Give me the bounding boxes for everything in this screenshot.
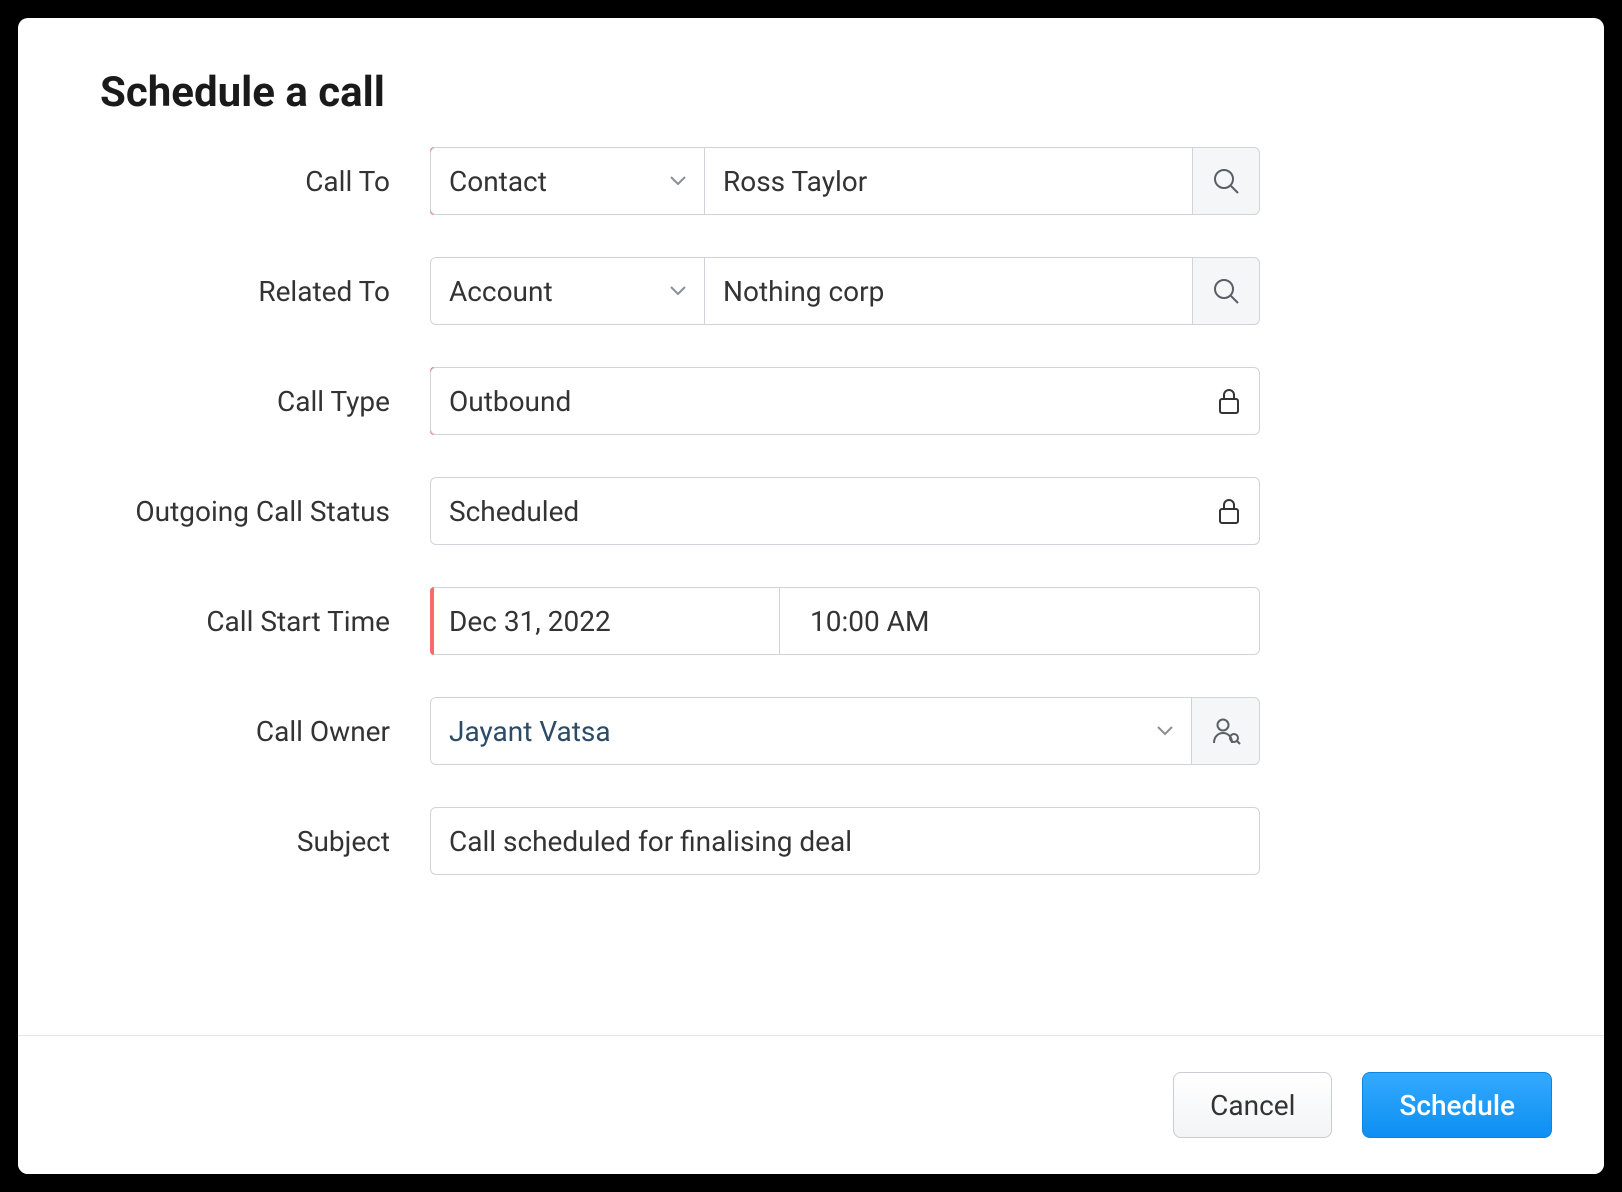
call-type-input: Outbound bbox=[430, 367, 1260, 435]
outgoing-status-input: Scheduled bbox=[430, 477, 1260, 545]
related-to-type-value: Account bbox=[449, 275, 553, 308]
call-to-lookup-input[interactable]: Ross Taylor bbox=[705, 147, 1192, 215]
schedule-button-label: Schedule bbox=[1399, 1089, 1515, 1122]
row-call-type: Call Type Outbound bbox=[100, 367, 1544, 435]
chevron-down-icon bbox=[670, 286, 686, 296]
label-call-owner: Call Owner bbox=[100, 715, 430, 748]
call-to-search-button[interactable] bbox=[1192, 147, 1260, 215]
call-type-value: Outbound bbox=[449, 385, 571, 418]
related-to-value: Nothing corp bbox=[723, 275, 884, 308]
label-outgoing-status: Outgoing Call Status bbox=[100, 495, 430, 528]
label-related-to: Related To bbox=[100, 275, 430, 308]
start-date-value: Dec 31, 2022 bbox=[449, 605, 611, 638]
related-to-type-select[interactable]: Account bbox=[430, 257, 705, 325]
call-owner-value: Jayant Vatsa bbox=[449, 715, 611, 748]
outgoing-status-value: Scheduled bbox=[449, 495, 579, 528]
user-search-icon bbox=[1211, 716, 1241, 746]
subject-input[interactable] bbox=[430, 807, 1260, 875]
dialog-title: Schedule a call bbox=[100, 68, 1544, 117]
field-call-owner: Jayant Vatsa bbox=[430, 697, 1260, 765]
call-to-value: Ross Taylor bbox=[723, 165, 867, 198]
call-owner-lookup-button[interactable] bbox=[1192, 697, 1260, 765]
row-outgoing-status: Outgoing Call Status Scheduled bbox=[100, 477, 1544, 545]
chevron-down-icon bbox=[1157, 726, 1173, 736]
dialog-footer: Cancel Schedule bbox=[18, 1035, 1604, 1174]
cancel-button-label: Cancel bbox=[1210, 1089, 1295, 1122]
start-time-input[interactable]: 10:00 AM bbox=[780, 587, 1260, 655]
search-icon bbox=[1211, 276, 1241, 306]
row-call-to: Call To Contact Ross Taylor bbox=[100, 147, 1544, 215]
related-to-search-button[interactable] bbox=[1192, 257, 1260, 325]
cancel-button[interactable]: Cancel bbox=[1173, 1072, 1332, 1138]
field-start-time: Dec 31, 2022 10:00 AM bbox=[430, 587, 1260, 655]
dialog-window: Schedule a call Call To Contact Ross Tay… bbox=[18, 18, 1604, 1174]
row-call-owner: Call Owner Jayant Vatsa bbox=[100, 697, 1544, 765]
call-to-type-value: Contact bbox=[449, 165, 547, 198]
required-indicator bbox=[430, 587, 434, 655]
field-subject bbox=[430, 807, 1260, 875]
field-call-to: Contact Ross Taylor bbox=[430, 147, 1260, 215]
row-subject: Subject bbox=[100, 807, 1544, 875]
schedule-button[interactable]: Schedule bbox=[1362, 1072, 1552, 1138]
dialog-body: Schedule a call Call To Contact Ross Tay… bbox=[18, 18, 1604, 1035]
call-to-type-select[interactable]: Contact bbox=[430, 147, 705, 215]
field-outgoing-status: Scheduled bbox=[430, 477, 1260, 545]
start-time-value: 10:00 AM bbox=[810, 605, 929, 638]
row-related-to: Related To Account Nothing corp bbox=[100, 257, 1544, 325]
related-to-lookup-input[interactable]: Nothing corp bbox=[705, 257, 1192, 325]
call-owner-select[interactable]: Jayant Vatsa bbox=[430, 697, 1192, 765]
field-related-to: Account Nothing corp bbox=[430, 257, 1260, 325]
row-start-time: Call Start Time Dec 31, 2022 10:00 AM bbox=[100, 587, 1544, 655]
start-date-input[interactable]: Dec 31, 2022 bbox=[430, 587, 780, 655]
search-icon bbox=[1211, 166, 1241, 196]
lock-icon bbox=[1217, 387, 1241, 415]
label-start-time: Call Start Time bbox=[100, 605, 430, 638]
chevron-down-icon bbox=[670, 176, 686, 186]
label-subject: Subject bbox=[100, 825, 430, 858]
label-call-to: Call To bbox=[100, 165, 430, 198]
label-call-type: Call Type bbox=[100, 385, 430, 418]
field-call-type: Outbound bbox=[430, 367, 1260, 435]
lock-icon bbox=[1217, 497, 1241, 525]
